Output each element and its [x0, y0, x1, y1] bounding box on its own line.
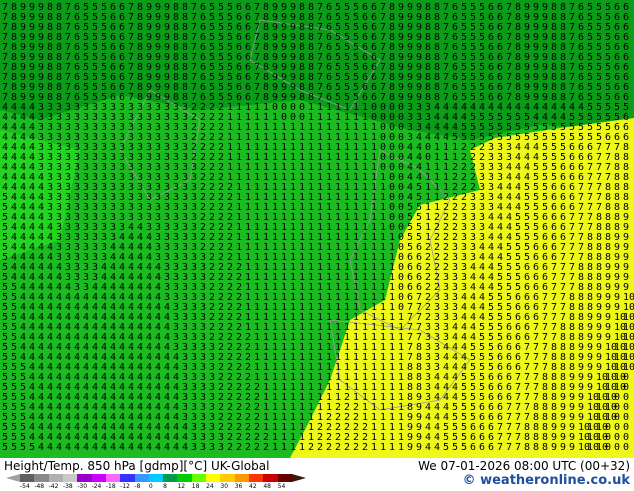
grid-value: 5: [2, 442, 8, 453]
grid-value: 2: [317, 442, 323, 453]
grid-value: 1: [281, 442, 287, 453]
grid-value: 1: [389, 442, 395, 453]
grid-value: 5: [29, 442, 35, 453]
grid-value: 2: [353, 442, 359, 453]
grid-value: 6: [488, 442, 494, 453]
grid-value: 4: [101, 442, 107, 453]
map-canvas: 7899988765556678999887655566789998876555…: [0, 0, 634, 458]
grid-value: 2: [308, 442, 314, 453]
color-scale: [20, 474, 292, 482]
grid-value: 4: [47, 442, 53, 453]
grid-value: 5: [20, 442, 26, 453]
grid-value: 5: [452, 442, 458, 453]
grid-value: 2: [362, 442, 368, 453]
scale-swatch: [105, 474, 121, 482]
scale-swatch: [163, 474, 178, 482]
grid-value: 3: [209, 442, 215, 453]
scale-swatch: [20, 474, 35, 482]
scale-swatch: [177, 474, 192, 482]
grid-value: 5: [461, 442, 467, 453]
footer-bar: Height/Temp. 850 hPa [gdmp][°C] UK-Globa…: [0, 458, 634, 490]
grid-value: 4: [137, 442, 143, 453]
grid-value: 9: [407, 442, 413, 453]
grid-value: 8: [542, 442, 548, 453]
scale-swatch: [120, 474, 135, 482]
scale-swatch: [148, 474, 164, 482]
grid-value: 2: [236, 442, 242, 453]
grid-value: 4: [434, 442, 440, 453]
grid-value: 2: [335, 442, 341, 453]
grid-value: 6: [470, 442, 476, 453]
grid-value: 1: [371, 442, 377, 453]
grid-value: 0: [605, 442, 611, 453]
scale-swatch: [220, 474, 235, 482]
grid-value: 4: [110, 442, 116, 453]
scale-swatch: [77, 474, 92, 482]
grid-value: 4: [92, 442, 98, 453]
grid-value: 4: [155, 442, 161, 453]
valid-time: We 07-01-2026 08:00 UTC (00+32): [418, 459, 630, 473]
grid-value: 3: [191, 442, 197, 453]
site-credit[interactable]: © weatheronline.co.uk: [463, 473, 630, 488]
grid-value: 4: [83, 442, 89, 453]
grid-value: 4: [56, 442, 62, 453]
grid-value: 7: [515, 442, 521, 453]
grid-value: 4: [119, 442, 125, 453]
scale-swatch: [62, 474, 78, 482]
grid-value: 4: [425, 442, 431, 453]
scale-swatch: [134, 474, 149, 482]
grid-value: 9: [560, 442, 566, 453]
scale-swatch: [263, 474, 278, 482]
grid-value: 4: [146, 442, 152, 453]
grid-value: 3: [200, 442, 206, 453]
grid-value: 1: [398, 442, 404, 453]
scale-swatch: [34, 474, 49, 482]
grid-value: 1: [380, 442, 386, 453]
grid-value: 1: [299, 442, 305, 453]
grid-value: 4: [74, 442, 80, 453]
temperature-map[interactable]: 7899988765556678999887655566789998876555…: [0, 0, 634, 458]
grid-value: 7: [506, 442, 512, 453]
grid-value: 2: [326, 442, 332, 453]
grid-value: 8: [533, 442, 539, 453]
grid-value: 5: [11, 442, 17, 453]
grid-value: 3: [218, 442, 224, 453]
grid-value: 0: [623, 442, 629, 453]
scale-arrow-right-icon: [292, 474, 306, 482]
grid-value: 2: [254, 442, 260, 453]
scale-swatch: [48, 474, 63, 482]
scale-swatch: [91, 474, 106, 482]
scale-swatch: [206, 474, 221, 482]
grid-value: 9: [551, 442, 557, 453]
grid-value: 9: [416, 442, 422, 453]
grid-value: 2: [227, 442, 233, 453]
grid-value: 1: [272, 442, 278, 453]
grid-value: 4: [164, 442, 170, 453]
grid-value: 4: [65, 442, 71, 453]
grid-value: 1: [290, 442, 296, 453]
grid-value: 4: [182, 442, 188, 453]
grid-value: 2: [344, 442, 350, 453]
grid-value: 4: [128, 442, 134, 453]
grid-value: 6: [479, 442, 485, 453]
scale-arrow-left-icon: [6, 474, 20, 482]
grid-value: 4: [38, 442, 44, 453]
grid-value: 7: [497, 442, 503, 453]
scale-swatch: [191, 474, 207, 482]
grid-value: 2: [263, 442, 269, 453]
scale-swatch: [234, 474, 249, 482]
grid-value: 0: [614, 442, 620, 453]
grid-value: 2: [245, 442, 251, 453]
grid-value: 9: [569, 442, 575, 453]
scale-swatch: [277, 474, 292, 482]
map-title: Height/Temp. 850 hPa [gdmp][°C] UK-Globa…: [4, 459, 270, 473]
grid-value: 8: [524, 442, 530, 453]
scale-swatch: [249, 474, 264, 482]
grid-value: 4: [173, 442, 179, 453]
grid-value: 5: [443, 442, 449, 453]
